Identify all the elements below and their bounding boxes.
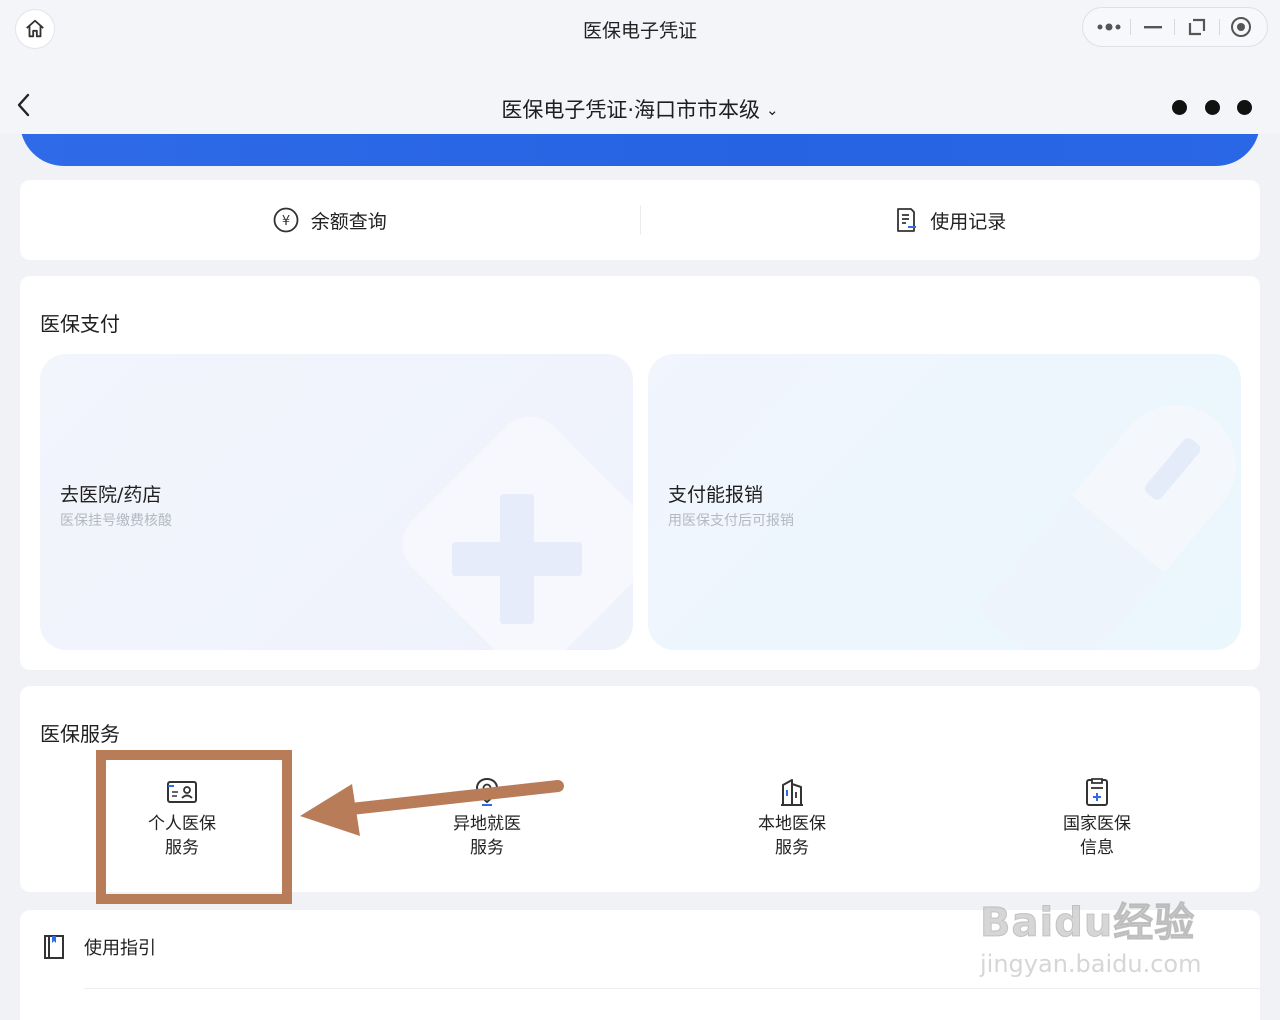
usage-record-button[interactable]: 使用记录 bbox=[641, 180, 1261, 260]
medical-cross-icon bbox=[402, 416, 633, 650]
national-insurance-info[interactable]: 国家医保 信息 bbox=[1027, 776, 1167, 860]
tile-title: 去医院/药店 bbox=[60, 484, 162, 506]
dot-icon bbox=[1204, 99, 1220, 115]
window-controls bbox=[1082, 7, 1268, 47]
close-mini-button[interactable] bbox=[1223, 12, 1259, 42]
restore-icon bbox=[1188, 18, 1206, 36]
annotation-highlight-box bbox=[96, 750, 292, 904]
balance-query-label: 余额查询 bbox=[310, 210, 387, 233]
document-plus-icon bbox=[1086, 778, 1108, 806]
minimize-icon bbox=[1143, 26, 1162, 29]
divider bbox=[1174, 19, 1176, 35]
payment-section-title: 医保支付 bbox=[40, 312, 120, 336]
svg-text:¥: ¥ bbox=[282, 214, 290, 229]
service-label-line2: 服务 bbox=[775, 838, 809, 858]
yen-circle-icon: ¥ bbox=[273, 207, 299, 233]
usage-guide-item[interactable]: 使用指引 bbox=[42, 934, 156, 960]
page-title: 医保电子凭证·海口市市本级 bbox=[501, 98, 761, 122]
building-icon bbox=[781, 779, 803, 806]
chevron-down-icon: ⌄ bbox=[766, 101, 779, 119]
pill-icon bbox=[975, 405, 1236, 650]
service-label-line1: 国家医保 bbox=[1063, 814, 1131, 834]
more-dots-icon bbox=[1097, 23, 1121, 31]
navigation-bar: 医保电子凭证·海口市市本级 ⌄ bbox=[0, 56, 1280, 134]
divider bbox=[1130, 19, 1132, 35]
dot-icon bbox=[1172, 99, 1187, 115]
tile-title: 支付能报销 bbox=[668, 484, 764, 506]
local-insurance-service[interactable]: 本地医保 服务 bbox=[722, 776, 862, 860]
tile-subtitle: 医保挂号缴费核酸 bbox=[60, 513, 172, 529]
more-options-button[interactable] bbox=[1091, 12, 1127, 42]
more-menu-button[interactable] bbox=[1172, 96, 1252, 118]
window-titlebar: 医保电子凭证 bbox=[0, 0, 1280, 56]
minimize-button[interactable] bbox=[1135, 12, 1171, 42]
payment-section: 医保支付 去医院/药店 医保挂号缴费核酸 支付能报销 用医保支付后可报销 bbox=[20, 276, 1260, 670]
payment-reimburse-tile[interactable]: 支付能报销 用医保支付后可报销 bbox=[648, 354, 1241, 650]
book-icon bbox=[44, 935, 64, 959]
tile-subtitle: 用医保支付后可报销 bbox=[668, 513, 794, 529]
divider bbox=[84, 988, 1260, 989]
service-label-line1: 本地医保 bbox=[758, 814, 826, 834]
page-title-selector[interactable]: 医保电子凭证·海口市市本级 ⌄ bbox=[0, 94, 1280, 124]
annotation-arrow-icon bbox=[300, 780, 564, 836]
services-section-title: 医保服务 bbox=[40, 722, 120, 746]
service-label-line2: 信息 bbox=[1080, 838, 1114, 858]
restore-button[interactable] bbox=[1179, 12, 1215, 42]
usage-record-label: 使用记录 bbox=[930, 210, 1007, 233]
quick-actions-card: ¥ 余额查询 使用记录 bbox=[20, 180, 1260, 260]
record-list-icon bbox=[897, 208, 917, 232]
record-icon bbox=[1231, 17, 1252, 37]
guide-section: 使用指引 bbox=[20, 910, 1260, 1020]
balance-query-button[interactable]: ¥ 余额查询 bbox=[20, 180, 640, 260]
hospital-pharmacy-tile[interactable]: 去医院/药店 医保挂号缴费核酸 bbox=[40, 354, 633, 650]
divider bbox=[1218, 19, 1220, 35]
dot-icon bbox=[1237, 99, 1252, 115]
usage-guide-label: 使用指引 bbox=[84, 938, 156, 959]
